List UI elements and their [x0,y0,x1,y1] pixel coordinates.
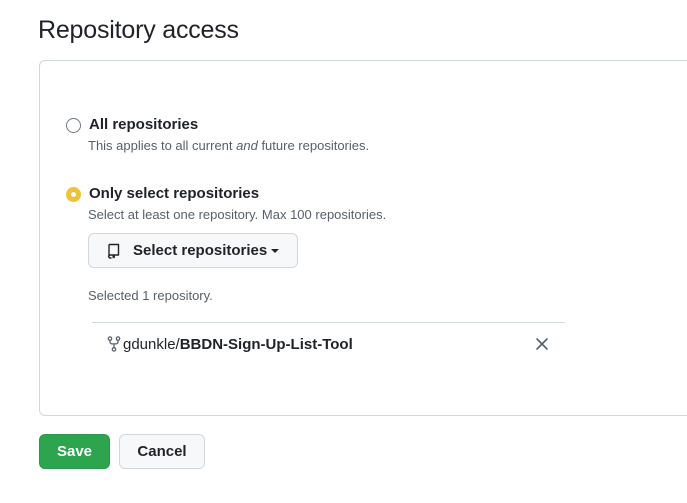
option-only-select-description: Select at least one repository. Max 100 … [88,207,387,222]
save-button[interactable]: Save [39,434,110,469]
option-only-select-label[interactable]: Only select repositories [89,185,259,202]
repo-icon [107,243,121,259]
desc-text-pre: This applies to all current [88,138,237,153]
page-title: Repository access [38,16,239,44]
option-all-repositories-description: This applies to all current and future r… [88,138,369,153]
close-icon[interactable] [535,337,549,351]
cancel-button[interactable]: Cancel [119,434,205,469]
radio-all-repositories[interactable] [66,118,81,133]
list-item: gdunkle/BBDN-Sign-Up-List-Tool [92,322,565,366]
radio-only-select-repositories[interactable] [66,187,81,202]
repository-name: BBDN-Sign-Up-List-Tool [179,336,353,353]
desc-text-emphasis: and [236,138,258,153]
select-repositories-button[interactable]: Select repositories [88,233,298,268]
selected-count: Selected 1 repository. [88,288,213,303]
select-repositories-label: Select repositories [133,242,268,259]
repository-owner: gdunkle/ [123,336,180,353]
caret-down-icon [271,248,280,254]
option-all-repositories-label[interactable]: All repositories [89,116,198,133]
fork-icon [107,336,121,352]
desc-text-post: future repositories. [257,138,370,153]
repository-full-name: gdunkle/BBDN-Sign-Up-List-Tool [123,336,353,353]
